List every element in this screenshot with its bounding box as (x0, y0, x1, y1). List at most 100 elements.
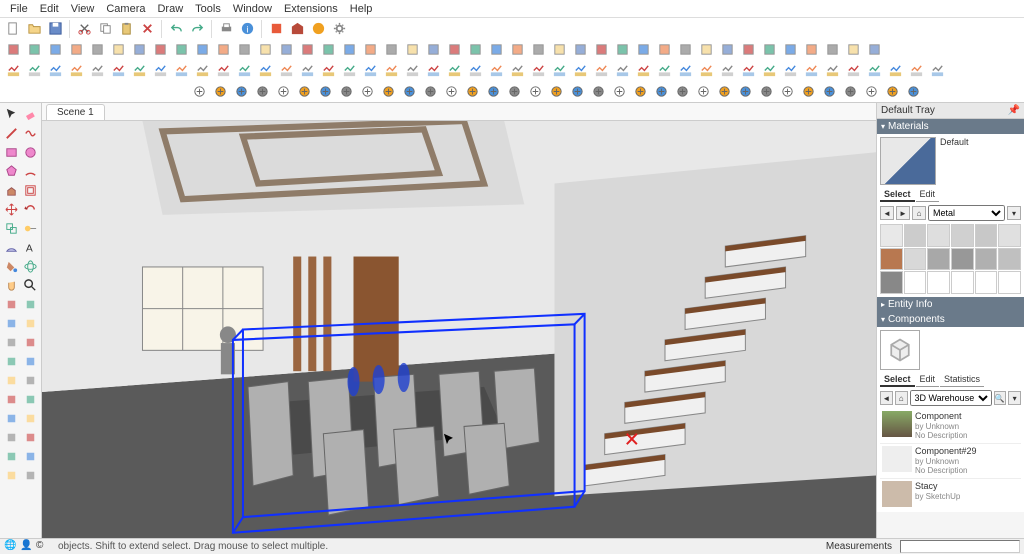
tool-r4-13[interactable] (463, 82, 482, 101)
tool-r4-17[interactable] (547, 82, 566, 101)
left-tool-39[interactable] (21, 466, 39, 484)
circle-tool-icon[interactable] (21, 143, 39, 161)
tool-r2-6[interactable] (130, 40, 149, 59)
tool-r4-15[interactable] (505, 82, 524, 101)
tool-r3-7[interactable] (151, 61, 170, 80)
tool-r2-30[interactable] (634, 40, 653, 59)
tool-r3-41[interactable] (865, 61, 884, 80)
tool-r2-25[interactable] (529, 40, 548, 59)
tool-r3-27[interactable] (571, 61, 590, 80)
menu-draw[interactable]: Draw (151, 3, 189, 15)
material-swatch-16[interactable] (975, 271, 998, 294)
cut-icon[interactable] (75, 19, 94, 38)
tool-r4-10[interactable] (400, 82, 419, 101)
status-geo-icon[interactable]: 🌐 (4, 540, 18, 554)
tool-r4-32[interactable] (862, 82, 881, 101)
menu-window[interactable]: Window (227, 3, 278, 15)
rectangle-tool-icon[interactable] (2, 143, 20, 161)
tool-r3-26[interactable] (550, 61, 569, 80)
status-credit-icon[interactable]: © (36, 540, 50, 554)
comp-tab-stats[interactable]: Statistics (940, 373, 984, 387)
scene-tab-1[interactable]: Scene 1 (46, 104, 105, 120)
plugin-icon[interactable] (267, 19, 286, 38)
mat-home-icon[interactable]: ⌂ (912, 206, 926, 220)
tool-r2-7[interactable] (151, 40, 170, 59)
protractor-tool-icon[interactable] (2, 238, 20, 256)
tool-r2-24[interactable] (508, 40, 527, 59)
material-swatch-0[interactable] (880, 224, 903, 247)
material-preview[interactable] (880, 137, 936, 185)
tool-r3-18[interactable] (382, 61, 401, 80)
tool-r3-23[interactable] (487, 61, 506, 80)
left-tool-30[interactable] (2, 390, 20, 408)
tool-r4-23[interactable] (673, 82, 692, 101)
materials-panel-header[interactable]: Materials (877, 119, 1024, 134)
material-swatch-12[interactable] (880, 271, 903, 294)
component-item-0[interactable]: Componentby UnknownNo Description (880, 409, 1021, 444)
comp-search-icon[interactable]: 🔍 (994, 391, 1007, 405)
tool-r2-21[interactable] (445, 40, 464, 59)
component-source-select[interactable]: 3D Warehouse (910, 390, 992, 406)
tool-r2-1[interactable] (25, 40, 44, 59)
tool-r4-8[interactable] (358, 82, 377, 101)
tool-r2-23[interactable] (487, 40, 506, 59)
material-swatch-9[interactable] (951, 248, 974, 271)
left-tool-21[interactable] (21, 295, 39, 313)
scale-tool-icon[interactable] (2, 219, 20, 237)
tray-pin-icon[interactable]: 📌 (1008, 105, 1020, 116)
comp-tab-edit[interactable]: Edit (916, 373, 940, 387)
tool-r4-21[interactable] (631, 82, 650, 101)
extension-icon[interactable] (309, 19, 328, 38)
tool-r2-8[interactable] (172, 40, 191, 59)
tool-r4-20[interactable] (610, 82, 629, 101)
left-tool-23[interactable] (21, 314, 39, 332)
comp-menu-icon[interactable]: ▾ (1008, 391, 1021, 405)
status-user-icon[interactable]: 👤 (20, 540, 34, 554)
model-info-icon[interactable]: i (238, 19, 257, 38)
tool-r2-4[interactable] (88, 40, 107, 59)
left-tool-32[interactable] (2, 409, 20, 427)
tool-r3-11[interactable] (235, 61, 254, 80)
tool-r3-43[interactable] (907, 61, 926, 80)
tool-r3-20[interactable] (424, 61, 443, 80)
tool-r2-36[interactable] (760, 40, 779, 59)
tray-title[interactable]: Default Tray 📌 (877, 103, 1024, 119)
material-swatch-1[interactable] (904, 224, 927, 247)
delete-icon[interactable] (138, 19, 157, 38)
left-tool-36[interactable] (2, 447, 20, 465)
pushpull-tool-icon[interactable] (2, 181, 20, 199)
tool-r3-34[interactable] (718, 61, 737, 80)
redo-icon[interactable] (188, 19, 207, 38)
tool-r2-3[interactable] (67, 40, 86, 59)
line-tool-icon[interactable] (2, 124, 20, 142)
material-swatch-7[interactable] (904, 248, 927, 271)
tool-r4-12[interactable] (442, 82, 461, 101)
tool-r3-15[interactable] (319, 61, 338, 80)
tool-r2-35[interactable] (739, 40, 758, 59)
tool-r4-0[interactable] (190, 82, 209, 101)
paint-tool-icon[interactable] (2, 257, 20, 275)
tool-r3-6[interactable] (130, 61, 149, 80)
material-swatch-11[interactable] (998, 248, 1021, 271)
gear-icon[interactable] (330, 19, 349, 38)
arc-tool-icon[interactable] (21, 162, 39, 180)
tool-r2-34[interactable] (718, 40, 737, 59)
tool-r4-27[interactable] (757, 82, 776, 101)
tool-r2-31[interactable] (655, 40, 674, 59)
tool-r4-7[interactable] (337, 82, 356, 101)
tape-tool-icon[interactable] (21, 219, 39, 237)
tool-r2-0[interactable] (4, 40, 23, 59)
material-tab-select[interactable]: Select (880, 188, 915, 202)
tool-r3-25[interactable] (529, 61, 548, 80)
tool-r4-24[interactable] (694, 82, 713, 101)
menu-edit[interactable]: Edit (34, 3, 65, 15)
tool-r3-30[interactable] (634, 61, 653, 80)
tool-r3-29[interactable] (613, 61, 632, 80)
tool-r2-16[interactable] (340, 40, 359, 59)
left-tool-22[interactable] (2, 314, 20, 332)
mat-fwd-icon[interactable]: ► (896, 206, 910, 220)
tool-r2-37[interactable] (781, 40, 800, 59)
rotate-tool-icon[interactable] (21, 200, 39, 218)
tool-r3-37[interactable] (781, 61, 800, 80)
left-tool-33[interactable] (21, 409, 39, 427)
